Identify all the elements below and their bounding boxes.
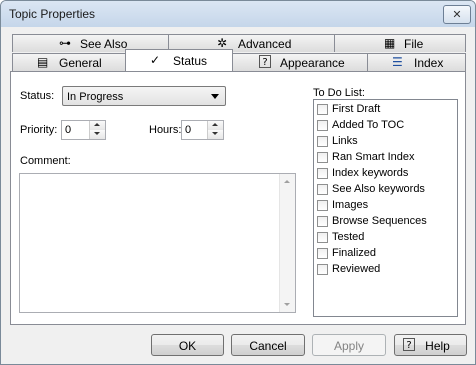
tab-label: Index xyxy=(414,56,444,70)
hours-label: Hours: xyxy=(149,124,182,136)
todo-item-label: Index keywords xyxy=(332,167,409,179)
todo-item-tested[interactable]: Tested xyxy=(317,230,455,246)
tab-label: General xyxy=(59,56,102,70)
help-icon: ? xyxy=(259,55,271,68)
hours-value: 0 xyxy=(185,124,192,136)
checkbox[interactable] xyxy=(317,120,328,131)
status-value: In Progress xyxy=(67,91,124,103)
priority-value: 0 xyxy=(65,124,72,136)
checkbox[interactable] xyxy=(317,200,328,211)
tab-general[interactable]: ▤ General xyxy=(12,53,126,71)
hours-spinner[interactable]: 0 xyxy=(181,120,224,140)
file-icon: ▦ xyxy=(384,36,396,50)
gear-icon: ✲ xyxy=(217,36,228,50)
checkbox[interactable] xyxy=(317,136,328,147)
todo-list-label: To Do List: xyxy=(313,87,365,99)
todo-item-images[interactable]: Images xyxy=(317,198,455,214)
todo-list: First Draft Added To TOC Links Ran Smart… xyxy=(313,99,458,317)
window-title: Topic Properties xyxy=(9,7,96,21)
comment-scrollbar[interactable] xyxy=(279,174,295,312)
help-label: Help xyxy=(425,339,450,353)
todo-item-label: First Draft xyxy=(332,103,381,115)
ok-button[interactable]: OK xyxy=(151,334,224,356)
apply-button[interactable]: Apply xyxy=(312,334,386,356)
todo-item-browse-sequences[interactable]: Browse Sequences xyxy=(317,214,455,230)
todo-item-reviewed[interactable]: Reviewed xyxy=(317,262,455,278)
todo-item-label: Links xyxy=(332,135,358,147)
tab-appearance[interactable]: ? Appearance xyxy=(232,53,368,71)
tab-label: File xyxy=(404,37,424,51)
ok-label: OK xyxy=(178,339,197,353)
todo-item-added-to-toc[interactable]: Added To TOC xyxy=(317,118,455,134)
scroll-down-icon[interactable] xyxy=(284,303,290,306)
cancel-label: Cancel xyxy=(249,339,287,353)
todo-item-label: Reviewed xyxy=(332,263,381,275)
cancel-button[interactable]: Cancel xyxy=(231,334,305,356)
tab-index[interactable]: ☰ Index xyxy=(367,53,466,71)
checkbox[interactable] xyxy=(317,168,328,179)
checkbox[interactable] xyxy=(317,152,328,163)
todo-item-ran-smart-index[interactable]: Ran Smart Index xyxy=(317,150,455,166)
todo-item-label: Ran Smart Index xyxy=(332,151,415,163)
index-icon: ☰ xyxy=(392,55,403,69)
help-button[interactable]: ? Help xyxy=(394,334,467,356)
status-dropdown[interactable]: In Progress xyxy=(62,86,226,106)
topic-properties-dialog: Topic Properties ✕ ⊶ See Also ✲ Advanced… xyxy=(0,0,476,365)
priority-spinner[interactable]: 0 xyxy=(61,120,106,140)
tab-label: Status xyxy=(173,54,208,68)
todo-item-label: Tested xyxy=(332,231,365,243)
todo-item-links[interactable]: Links xyxy=(317,134,455,150)
checkbox[interactable] xyxy=(317,264,328,275)
comment-label: Comment: xyxy=(20,155,71,167)
checkbox[interactable] xyxy=(317,216,328,227)
checkbox[interactable] xyxy=(317,232,328,243)
spin-down-icon[interactable] xyxy=(89,130,105,139)
general-icon: ▤ xyxy=(37,55,49,69)
todo-item-label: Images xyxy=(332,199,369,211)
chevron-down-icon xyxy=(211,94,219,99)
tab-label: Advanced xyxy=(238,37,292,51)
todo-item-see-also-keywords[interactable]: See Also keywords xyxy=(317,182,455,198)
todo-item-label: Added To TOC xyxy=(332,119,405,131)
scroll-up-icon[interactable] xyxy=(284,180,290,183)
close-button[interactable]: ✕ xyxy=(443,5,471,24)
title-bar[interactable]: Topic Properties ✕ xyxy=(1,1,475,27)
apply-label: Apply xyxy=(333,339,365,353)
todo-item-finalized[interactable]: Finalized xyxy=(317,246,455,262)
tab-file[interactable]: ▦ File xyxy=(334,34,466,52)
status-label: Status: xyxy=(20,90,55,102)
checkbox[interactable] xyxy=(317,184,328,195)
checkbox[interactable] xyxy=(317,248,328,259)
todo-item-first-draft[interactable]: First Draft xyxy=(317,102,455,118)
checkbox[interactable] xyxy=(317,104,328,115)
checkmark-icon: ✓ xyxy=(150,53,161,67)
tab-label: Appearance xyxy=(280,56,345,70)
priority-label: Priority: xyxy=(20,124,58,136)
todo-item-index-keywords[interactable]: Index keywords xyxy=(317,166,455,182)
comment-textarea[interactable] xyxy=(19,173,296,313)
todo-item-label: See Also keywords xyxy=(332,183,425,195)
tab-label: See Also xyxy=(80,37,128,51)
tab-status[interactable]: ✓ Status xyxy=(125,49,233,71)
todo-item-label: Browse Sequences xyxy=(332,215,427,227)
see-also-icon: ⊶ xyxy=(59,36,71,50)
spin-down-icon[interactable] xyxy=(207,130,223,139)
close-icon: ✕ xyxy=(452,8,462,21)
todo-item-label: Finalized xyxy=(332,247,377,259)
